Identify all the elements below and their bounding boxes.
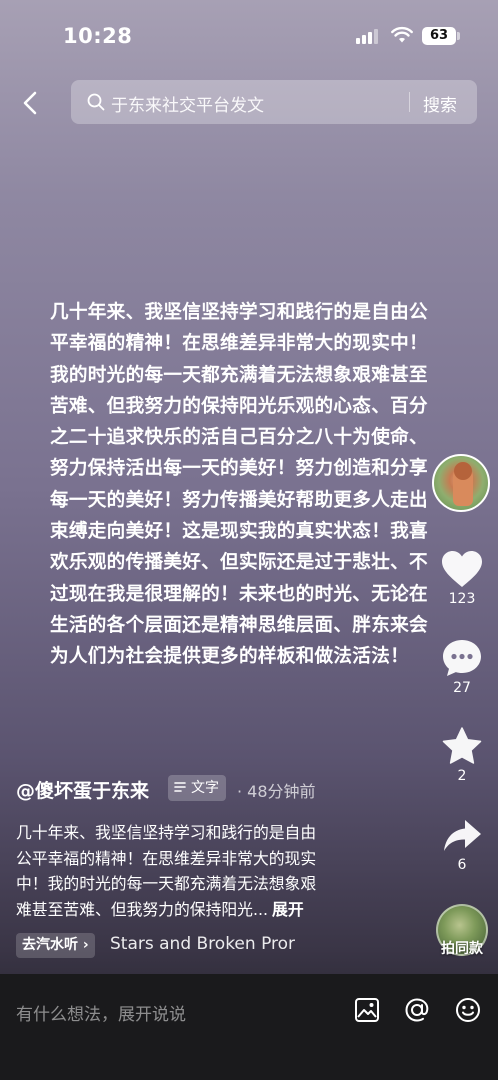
battery-indicator: 63 — [422, 27, 456, 45]
expand-button[interactable]: 展开 — [272, 900, 304, 919]
emoji-icon[interactable] — [454, 996, 482, 1024]
search-divider — [409, 92, 410, 112]
content-type-badge: 文字 — [168, 775, 226, 801]
signal-icon — [356, 28, 380, 44]
caption-line: 难甚至苦难、但我努力的保持阳光... — [16, 899, 269, 919]
like-button[interactable]: 123 — [432, 549, 492, 607]
comment-button[interactable]: 27 — [432, 638, 492, 696]
author-avatar[interactable] — [432, 454, 492, 516]
image-icon[interactable] — [353, 996, 381, 1024]
post-line: 过现在我是很理解的！未来也的时光、无论在 — [50, 583, 428, 605]
author-name[interactable]: @傻坏蛋于东来 — [16, 776, 149, 803]
comment-icon — [443, 640, 481, 676]
bottom-comment-bar: 有什么想法，展开说说 — [0, 974, 498, 1080]
post-line: 我的时光的每一天都充满着无法想象艰难甚至 — [50, 364, 428, 386]
same-style-label: 拍同款 — [441, 941, 483, 957]
status-time: 10:28 — [63, 24, 133, 48]
listen-on-qishui-button[interactable]: 去汽水听 › — [16, 933, 95, 958]
post-body: 几十年来、我坚信坚持学习和践行的是自由公 平幸福的精神！在思维差异非常大的现实中… — [50, 297, 450, 673]
top-bar: 于东来社交平台发文 搜索 — [0, 78, 498, 126]
share-icon — [444, 820, 481, 851]
comment-input[interactable]: 有什么想法，展开说说 — [16, 1000, 186, 1025]
favorite-count: 2 — [457, 768, 467, 784]
music-title[interactable]: Stars and Broken Pror — [110, 934, 303, 954]
post-line: 苦难、但我努力的保持阳光乐观的心态、百分 — [50, 395, 428, 417]
author-row: @傻坏蛋于东来 文字 · 48分钟前 — [16, 775, 416, 805]
post-time: · 48分钟前 — [237, 782, 316, 801]
post-line: 之二十追求快乐的活自己百分之八十为使命、 — [50, 427, 428, 449]
search-input[interactable]: 于东来社交平台发文 搜索 — [71, 80, 477, 124]
search-icon — [87, 93, 105, 111]
star-icon — [442, 727, 482, 764]
caption-line: 几十年来、我坚信坚持学习和践行的是自由 — [16, 823, 317, 842]
share-count: 6 — [457, 857, 467, 873]
avatar — [432, 454, 490, 512]
post-line: 努力保持活出每一天的美好！努力创造和分享 — [50, 458, 428, 480]
post-line: 欢乐观的传播美好、但实际还是过于悲壮、不 — [50, 552, 428, 574]
content-type-label: 文字 — [191, 780, 219, 796]
same-style-button[interactable]: 拍同款 — [434, 904, 490, 966]
battery-tip — [457, 32, 460, 40]
wifi-icon — [391, 26, 413, 43]
status-bar: 10:28 63 — [0, 0, 498, 72]
text-doc-icon — [174, 782, 186, 792]
music-row: 去汽水听 › Stars and Broken Pror — [16, 933, 316, 959]
favorite-button[interactable]: 2 — [432, 726, 492, 784]
post-line: 束缚走向美好！这是现实我的真实状态！我喜 — [50, 521, 428, 543]
at-icon[interactable] — [403, 996, 431, 1024]
post-line: 为人们为社会提供更多的样板和做法活法！ — [50, 646, 409, 668]
caption[interactable]: 几十年来、我坚信坚持学习和践行的是自由 公平幸福的精神！在思维差异非常大的现实 … — [16, 820, 376, 922]
search-button[interactable]: 搜索 — [423, 91, 457, 116]
post-line: 每一天的美好！努力传播美好帮助更多人走出 — [50, 489, 428, 511]
heart-icon — [442, 551, 482, 587]
search-query: 于东来社交平台发文 — [111, 96, 264, 116]
comment-count: 27 — [453, 680, 471, 696]
caption-line: 中！我的时光的每一天都充满着无法想象艰 — [16, 874, 317, 893]
post-line: 几十年来、我坚信坚持学习和践行的是自由公 — [50, 302, 428, 323]
share-button[interactable]: 6 — [432, 817, 492, 873]
back-icon[interactable] — [16, 88, 46, 118]
caption-line: 公平幸福的精神！在思维差异非常大的现实 — [16, 848, 317, 868]
post-line: 平幸福的精神！在思维差异非常大的现实中！ — [50, 333, 428, 355]
post-line: 生活的各个层面还是精神思维层面、胖东来会 — [50, 614, 428, 636]
like-count: 123 — [448, 591, 476, 607]
